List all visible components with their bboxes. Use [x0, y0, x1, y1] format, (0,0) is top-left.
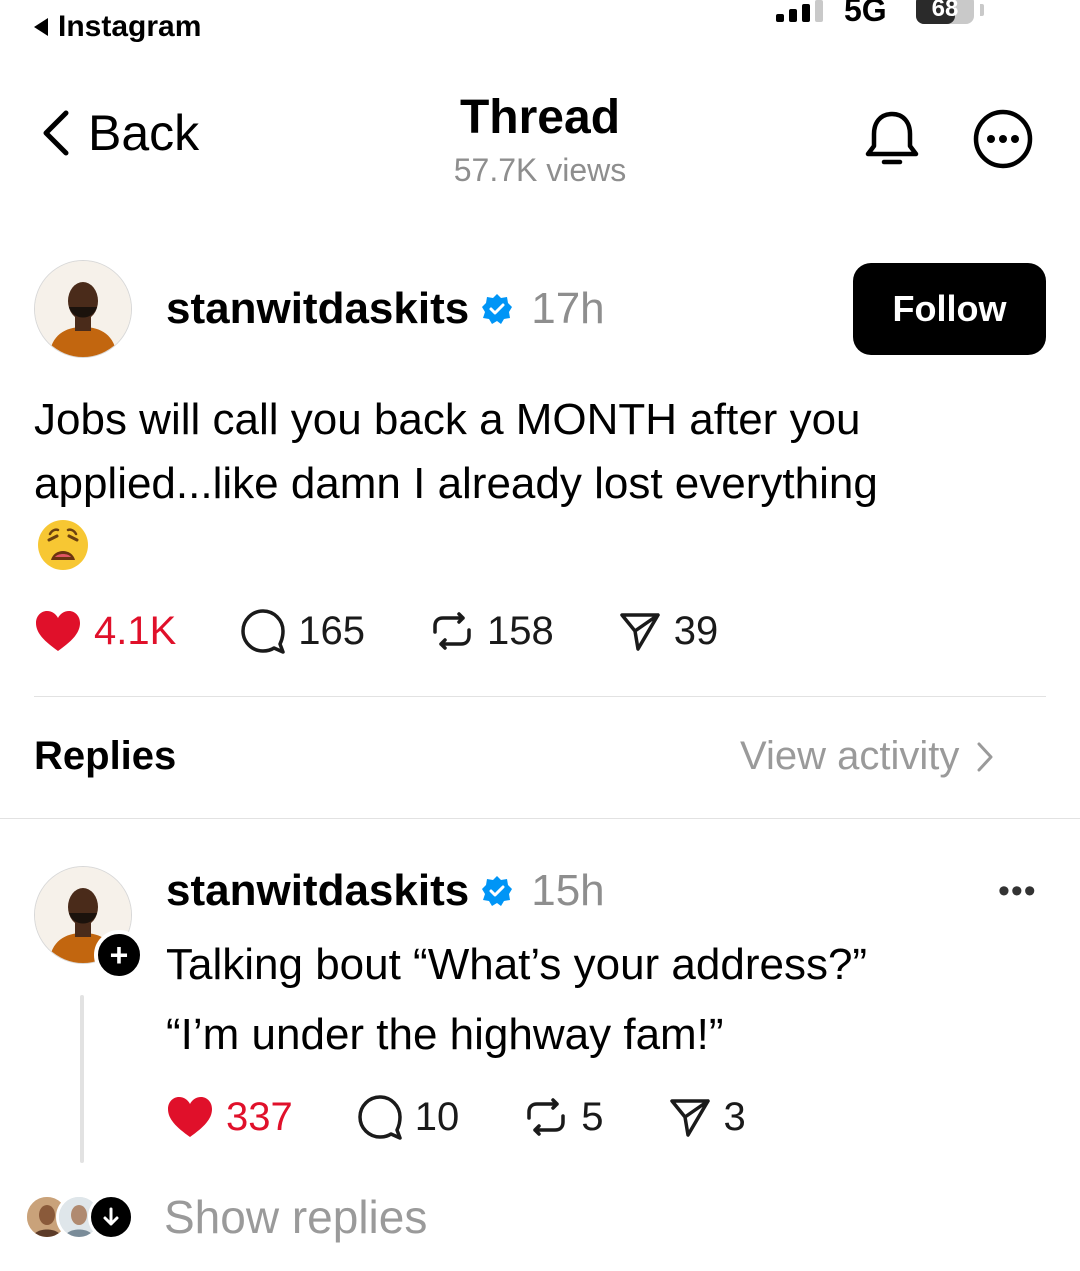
- repost-count: 158: [487, 608, 554, 653]
- share-button[interactable]: 39: [618, 608, 719, 654]
- verified-badge-icon: [482, 294, 513, 324]
- repost-button[interactable]: 5: [523, 1094, 604, 1140]
- heart-icon: [168, 1097, 212, 1137]
- comment-button[interactable]: 10: [357, 1094, 460, 1140]
- replies-heading: Replies: [34, 734, 177, 778]
- like-button[interactable]: 4.1K: [34, 609, 176, 654]
- chevron-right-icon: [977, 742, 993, 771]
- comment-button[interactable]: 165: [240, 608, 365, 654]
- bell-icon[interactable]: [862, 108, 922, 175]
- follow-plus-button[interactable]: +: [94, 930, 144, 980]
- like-button[interactable]: 337: [166, 1095, 293, 1140]
- reply-text-line: “I’m under the highway fam!”: [166, 1010, 724, 1059]
- plus-icon: +: [109, 937, 129, 973]
- avatar[interactable]: [34, 260, 132, 358]
- reply-author: stanwitdaskits 15h: [166, 866, 605, 916]
- battery-percent: 68: [931, 0, 959, 22]
- avatar-image: [35, 261, 131, 357]
- verified-badge-icon: [482, 876, 513, 906]
- reply-username[interactable]: stanwitdaskits: [166, 866, 469, 916]
- weary-face-emoji: [36, 518, 90, 577]
- comment-icon: [358, 1095, 402, 1140]
- divider: [34, 696, 1046, 697]
- reply-text: Talking bout “What’s your address?” “I’m…: [166, 930, 1046, 1070]
- status-back-to-app[interactable]: Instagram: [34, 10, 201, 44]
- repost-button[interactable]: 158: [429, 608, 554, 654]
- share-count: 3: [723, 1094, 746, 1139]
- share-count: 39: [673, 608, 719, 653]
- network-label: 5G: [844, 0, 887, 28]
- post-text: Jobs will call you back a MONTH after yo…: [34, 395, 878, 508]
- reply-participants: [24, 1194, 134, 1240]
- follow-button[interactable]: Follow: [853, 263, 1046, 355]
- arrow-down-icon: [88, 1194, 134, 1240]
- reply-time: 15h: [531, 866, 605, 915]
- signal-icon: [776, 0, 823, 22]
- view-activity-label: View activity: [740, 734, 960, 778]
- comment-count: 10: [414, 1094, 460, 1139]
- share-button[interactable]: 3: [668, 1095, 746, 1140]
- comment-count: 165: [298, 608, 366, 653]
- reply-actions: 337 10 5 3: [166, 1094, 810, 1140]
- thread-line: [80, 995, 84, 1163]
- post-time: 17h: [531, 284, 605, 333]
- view-activity-link[interactable]: View activity: [740, 734, 995, 779]
- show-replies-link[interactable]: Show replies: [164, 1190, 427, 1244]
- battery-nub: [980, 4, 984, 16]
- like-count: 4.1K: [94, 608, 177, 653]
- battery-icon: 68: [916, 0, 974, 24]
- more-circle-icon[interactable]: [972, 108, 1034, 175]
- comment-icon: [241, 609, 286, 654]
- status-back-app-label: Instagram: [58, 10, 202, 43]
- heart-icon: [36, 611, 80, 651]
- share-icon: [669, 1099, 710, 1137]
- divider: [0, 818, 1080, 819]
- back-triangle-icon: [34, 18, 48, 36]
- repost-count: 5: [581, 1094, 604, 1139]
- post-author: stanwitdaskits 17h: [166, 284, 605, 334]
- reply-text-line: Talking bout “What’s your address?”: [166, 940, 868, 989]
- post-actions: 4.1K 165 158 39: [34, 608, 782, 654]
- like-count: 337: [226, 1094, 293, 1139]
- more-dots-icon[interactable]: •••: [998, 872, 1037, 911]
- share-icon: [620, 613, 660, 651]
- post-username[interactable]: stanwitdaskits: [166, 284, 469, 334]
- repost-icon: [527, 1098, 565, 1136]
- repost-icon: [433, 612, 471, 650]
